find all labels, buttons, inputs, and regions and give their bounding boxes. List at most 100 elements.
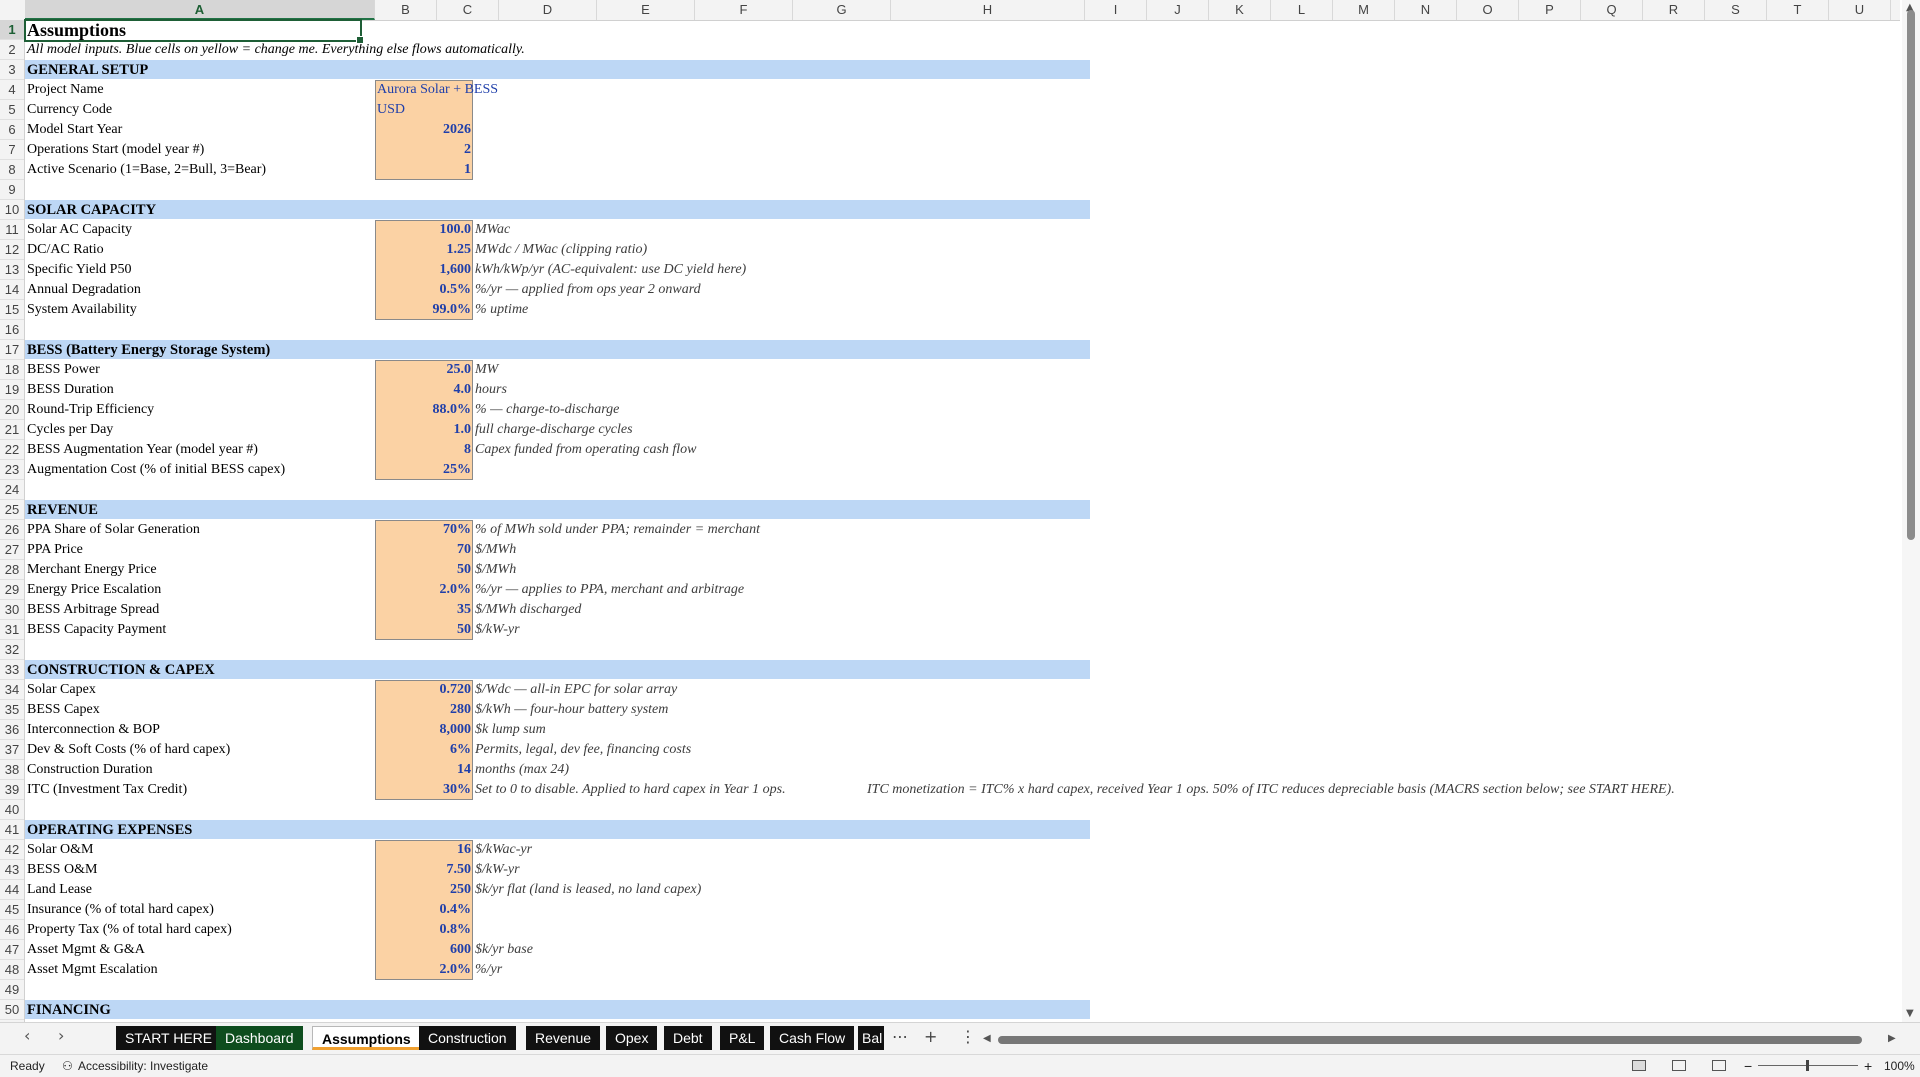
page-layout-view-icon[interactable] — [1672, 1060, 1686, 1071]
row-header[interactable]: 45 — [0, 900, 24, 920]
input-value[interactable]: 600 — [377, 940, 471, 960]
input-value[interactable]: 7.50 — [377, 860, 472, 880]
column-header[interactable]: F — [695, 0, 793, 20]
row-header[interactable]: 39 — [0, 780, 24, 800]
unit-note[interactable]: kWh/kWp/yr (AC-equivalent: use DC yield … — [475, 260, 746, 280]
fill-handle[interactable] — [356, 36, 364, 44]
cell-label[interactable]: Merchant Energy Price — [27, 560, 157, 580]
section-header-general[interactable]: GENERAL SETUP — [27, 60, 148, 80]
row-header[interactable]: 9 — [0, 180, 24, 200]
row-header[interactable]: 49 — [0, 980, 24, 1000]
column-header[interactable]: U — [1829, 0, 1891, 20]
tab-opex[interactable]: Opex — [606, 1026, 658, 1050]
unit-note[interactable]: MWdc / MWac (clipping ratio) — [475, 240, 647, 260]
itc-explanation-note[interactable]: ITC monetization = ITC% x hard capex, re… — [867, 780, 1675, 800]
column-header[interactable]: M — [1333, 0, 1395, 20]
unit-note[interactable]: full charge-discharge cycles — [475, 420, 633, 440]
input-value[interactable]: 6% — [377, 740, 471, 760]
row-header[interactable]: 44 — [0, 880, 24, 900]
row-header[interactable]: 24 — [0, 480, 24, 500]
cell-area[interactable]: Assumptions All model inputs. Blue cells… — [25, 20, 1900, 1022]
tab-cash-flow[interactable]: Cash Flow — [770, 1026, 855, 1050]
cell-label[interactable]: System Availability — [27, 300, 137, 320]
unit-note[interactable]: $/MWh — [475, 560, 516, 580]
row-header[interactable]: 19 — [0, 380, 24, 400]
cell-label[interactable]: BESS Capex — [27, 700, 100, 720]
cell-label[interactable]: BESS Duration — [27, 380, 114, 400]
column-header[interactable]: G — [793, 0, 891, 20]
cell-label[interactable]: Solar AC Capacity — [27, 220, 132, 240]
input-value[interactable]: 2.0% — [377, 580, 472, 600]
cell-label[interactable]: Land Lease — [27, 880, 92, 900]
input-value[interactable]: 8,000 — [377, 720, 472, 740]
spreadsheet-grid[interactable]: ABCDEFGHIJKLMNOPQRSTU 1 2 3 4 5 6 7 8 9 10 11 12 13 1… — [0, 0, 1900, 1022]
cell-label[interactable]: Active Scenario (1=Base, 2=Bull, 3=Bear) — [27, 160, 266, 180]
column-header[interactable]: S — [1705, 0, 1767, 20]
row-header[interactable]: 35 — [0, 700, 24, 720]
cell-label[interactable]: Dev & Soft Costs (% of hard capex) — [27, 740, 230, 760]
add-sheet-icon[interactable]: + — [924, 1027, 937, 1046]
cell-label[interactable]: Augmentation Cost (% of initial BESS cap… — [27, 460, 285, 480]
row-header[interactable]: 22 — [0, 440, 24, 460]
cell-label[interactable]: ITC (Investment Tax Credit) — [27, 780, 187, 800]
input-value[interactable]: Aurora Solar + BESS — [377, 80, 498, 100]
row-header[interactable]: 38 — [0, 760, 24, 780]
input-value[interactable]: 50 — [377, 560, 471, 580]
column-header[interactable]: A — [25, 0, 375, 20]
section-header-solar[interactable]: SOLAR CAPACITY — [27, 200, 156, 220]
unit-note[interactable]: %/yr — applied from ops year 2 onward — [475, 280, 701, 300]
normal-view-icon[interactable] — [1632, 1060, 1646, 1071]
unit-note[interactable]: %/yr — applies to PPA, merchant and arbi… — [475, 580, 744, 600]
zoom-level[interactable]: 100% — [1884, 1055, 1915, 1077]
tab-revenue[interactable]: Revenue — [526, 1026, 601, 1050]
row-header[interactable]: 37 — [0, 740, 24, 760]
tab-bal[interactable]: Bal — [858, 1026, 884, 1050]
unit-note[interactable]: %/yr — [475, 960, 502, 980]
row-header[interactable]: 40 — [0, 800, 24, 820]
hscroll-right-icon[interactable]: ▶ — [1888, 1033, 1896, 1044]
column-header[interactable]: Q — [1581, 0, 1643, 20]
input-value[interactable]: 99.0% — [377, 300, 472, 320]
column-header[interactable]: H — [891, 0, 1085, 20]
column-header[interactable]: T — [1767, 0, 1829, 20]
cell-label[interactable]: BESS Augmentation Year (model year #) — [27, 440, 258, 460]
input-value[interactable]: 8 — [377, 440, 471, 460]
row-header[interactable]: 7 — [0, 140, 24, 160]
input-value[interactable]: 2.0% — [377, 960, 472, 980]
row-header[interactable]: 43 — [0, 860, 24, 880]
cell-label[interactable]: BESS Capacity Payment — [27, 620, 166, 640]
row-header[interactable]: 8 — [0, 160, 24, 180]
scroll-down-icon[interactable]: ▼ — [1906, 1008, 1914, 1019]
row-header[interactable]: 13 — [0, 260, 24, 280]
cell-label[interactable]: Asset Mgmt & G&A — [27, 940, 145, 960]
unit-note[interactable]: $k/yr base — [475, 940, 533, 960]
input-value[interactable]: 0.5% — [377, 280, 472, 300]
tab-assumptions[interactable]: Assumptions — [312, 1026, 421, 1050]
cell-label[interactable]: BESS O&M — [27, 860, 97, 880]
unit-note[interactable]: MW — [475, 360, 498, 380]
row-header[interactable]: 15 — [0, 300, 24, 320]
cell-label[interactable]: Annual Degradation — [27, 280, 141, 300]
row-header[interactable]: 25 — [0, 500, 24, 520]
row-header[interactable]: 31 — [0, 620, 24, 640]
input-value[interactable]: 70% — [377, 520, 471, 540]
tab-dashboard[interactable]: Dashboard — [216, 1026, 303, 1050]
column-header[interactable]: R — [1643, 0, 1705, 20]
row-header[interactable]: 14 — [0, 280, 24, 300]
cell-label[interactable]: Property Tax (% of total hard capex) — [27, 920, 232, 940]
row-header[interactable]: 50 — [0, 1000, 24, 1020]
unit-note[interactable]: $/kWac-yr — [475, 840, 532, 860]
row-header[interactable]: 29 — [0, 580, 24, 600]
row-header[interactable]: 21 — [0, 420, 24, 440]
column-header[interactable]: D — [499, 0, 597, 20]
input-value[interactable]: 70 — [377, 540, 471, 560]
cell-label[interactable]: Solar Capex — [27, 680, 96, 700]
cell-label[interactable]: Operations Start (model year #) — [27, 140, 204, 160]
input-value[interactable]: 50 — [377, 620, 471, 640]
column-header[interactable]: N — [1395, 0, 1457, 20]
cell-label[interactable]: PPA Share of Solar Generation — [27, 520, 200, 540]
accessibility-status[interactable]: Accessibility: Investigate — [78, 1055, 208, 1077]
unit-note[interactable]: $/MWh — [475, 540, 516, 560]
vertical-scrollbar[interactable]: ▲ ▼ — [1902, 0, 1920, 1022]
row-header[interactable]: 5 — [0, 100, 24, 120]
